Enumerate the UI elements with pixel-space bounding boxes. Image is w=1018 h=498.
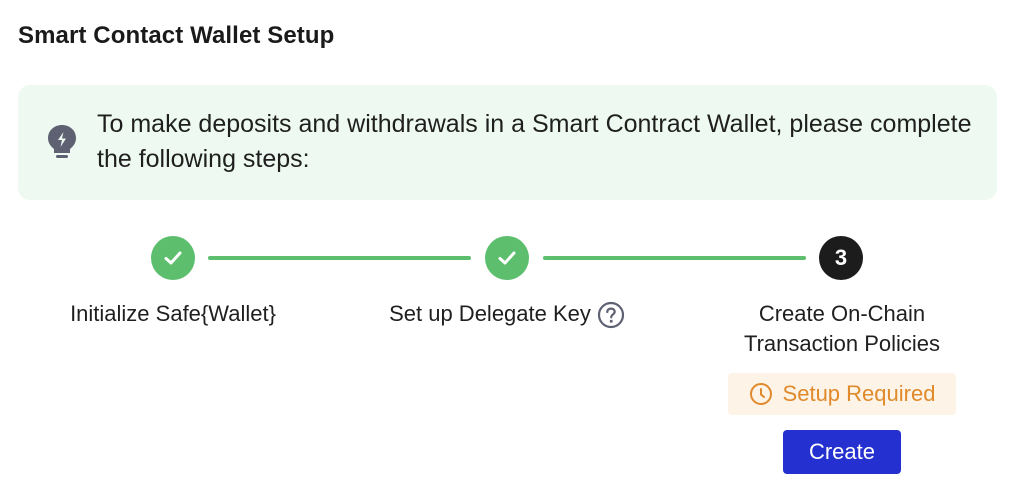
lightbulb-icon <box>46 123 78 163</box>
clock-icon <box>749 383 772 405</box>
step-2-label: Set up Delegate Key <box>389 301 591 326</box>
step-connector-1 <box>208 256 471 260</box>
step-3-label-line1: Create On-Chain <box>758 301 926 326</box>
page-title: Smart Contact Wallet Setup <box>18 22 335 49</box>
step-2-label-group: Set up Delegate Key <box>357 299 657 329</box>
step-connector-2 <box>543 256 806 260</box>
step-3-label-line2: Transaction Policies <box>743 331 941 356</box>
info-banner: To make deposits and withdrawals in a Sm… <box>18 85 997 200</box>
step-2-complete-indicator <box>485 236 529 280</box>
step-3-label: Create On-Chain Transaction Policies <box>692 299 992 359</box>
step-3-number: 3 <box>819 236 863 280</box>
check-icon <box>498 251 516 265</box>
info-text: To make deposits and withdrawals in a Sm… <box>97 110 972 173</box>
step-1-label: Initialize Safe{Wallet} <box>70 301 276 326</box>
question-circle-icon[interactable] <box>597 301 625 329</box>
status-badge: Setup Required <box>728 373 956 415</box>
check-icon <box>164 251 182 265</box>
status-badge-label: Setup Required <box>782 381 936 406</box>
create-button[interactable]: Create <box>783 430 901 474</box>
step-1-complete-indicator <box>151 236 195 280</box>
